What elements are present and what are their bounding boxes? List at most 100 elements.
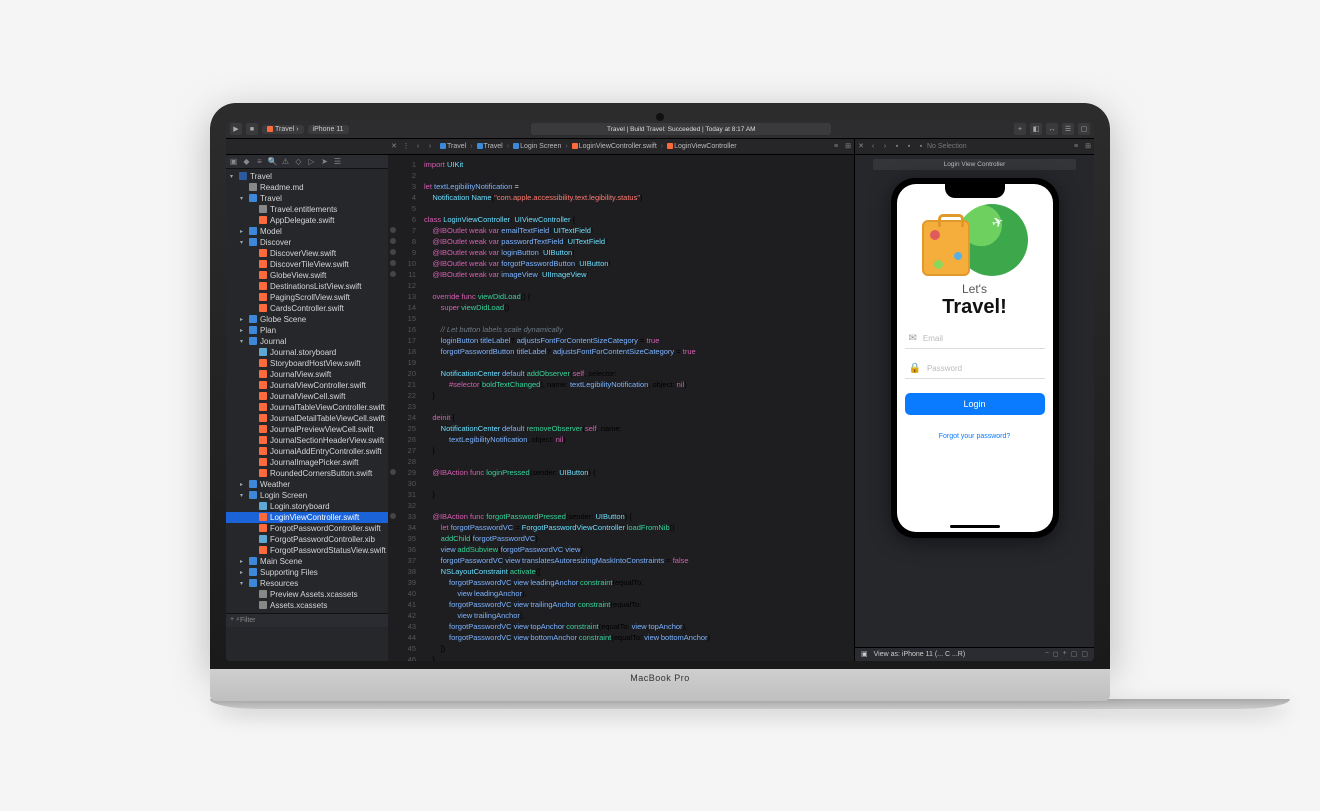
file-tree-row[interactable]: Login.storyboard bbox=[226, 501, 388, 512]
file-tree-row[interactable]: DiscoverTileView.swift bbox=[226, 259, 388, 270]
file-tree-row[interactable]: ▸Model bbox=[226, 226, 388, 237]
canvas-forward-icon[interactable]: › bbox=[879, 140, 891, 152]
symbol-nav-icon[interactable]: ≡ bbox=[254, 156, 265, 167]
lets-label: Let's bbox=[942, 282, 1006, 296]
source-editor[interactable]: 1234567891011121314151617181920212223242… bbox=[388, 155, 1094, 661]
file-tree-row[interactable]: JournalViewController.swift bbox=[226, 380, 388, 391]
canvas-back-icon[interactable]: ‹ bbox=[867, 140, 879, 152]
breadcrumb-item[interactable]: Login Screen bbox=[513, 143, 561, 150]
file-tree-row[interactable]: JournalDetailTableViewCell.swift bbox=[226, 413, 388, 424]
editor-options-button[interactable]: ☰ bbox=[1062, 123, 1074, 135]
file-tree-row[interactable]: CardsController.swift bbox=[226, 303, 388, 314]
scheme-selector[interactable]: Travel › bbox=[262, 125, 304, 134]
file-tree-row[interactable]: ▾Journal bbox=[226, 336, 388, 347]
breadcrumb-item[interactable]: LoginViewController.swift bbox=[572, 143, 657, 150]
zoom-out-button[interactable]: − bbox=[1045, 650, 1049, 658]
editor-tab-bar: ✕ ⋮ ‹ › Travel›Travel›Login Screen›Login… bbox=[226, 139, 1094, 155]
file-tree-row[interactable]: ▸Plan bbox=[226, 325, 388, 336]
related-items-icon[interactable]: ⋮ bbox=[400, 140, 412, 152]
file-tree-row[interactable]: ▾Resources bbox=[226, 578, 388, 589]
file-tree-row[interactable]: Travel.entitlements bbox=[226, 204, 388, 215]
file-tree-row[interactable]: ▾Travel bbox=[226, 171, 388, 182]
file-tree-row[interactable]: JournalView.swift bbox=[226, 369, 388, 380]
file-tree-row[interactable]: JournalSectionHeaderView.swift bbox=[226, 435, 388, 446]
plane-icon: ✈ bbox=[989, 212, 1006, 232]
canvas-options-icon[interactable]: ≡ bbox=[1070, 140, 1082, 152]
stop-button[interactable]: ■ bbox=[246, 123, 258, 135]
file-tree-row[interactable]: JournalPreviewViewCell.swift bbox=[226, 424, 388, 435]
zoom-actual-button[interactable]: ◻ bbox=[1053, 650, 1059, 658]
macbook-mockup: ▶ ■ Travel › iPhone 11 Travel | Build Tr… bbox=[210, 103, 1110, 709]
file-tree-row[interactable]: ▸Globe Scene bbox=[226, 314, 388, 325]
close-tab-icon[interactable]: ✕ bbox=[388, 140, 400, 152]
lock-icon: 🔒 bbox=[909, 363, 921, 374]
canvas-footer: ▣ View as: iPhone 11 (... C ...R) − ◻ + … bbox=[855, 647, 1094, 661]
file-tree-row[interactable]: AppDelegate.swift bbox=[226, 215, 388, 226]
folder-icon: ▪ bbox=[891, 140, 903, 152]
review-button[interactable]: ↔ bbox=[1046, 123, 1058, 135]
activity-status: Travel | Build Travel: Succeeded | Today… bbox=[531, 123, 831, 135]
breadcrumb[interactable]: Travel›Travel›Login Screen›LoginViewCont… bbox=[436, 143, 741, 150]
file-tree-row[interactable]: PagingScrollView.swift bbox=[226, 292, 388, 303]
file-tree-row[interactable]: ▸Weather bbox=[226, 479, 388, 490]
password-field[interactable]: 🔒Password bbox=[905, 359, 1045, 379]
file-tree-row[interactable]: JournalImagePicker.swift bbox=[226, 457, 388, 468]
breakpoint-nav-icon[interactable]: ➤ bbox=[319, 156, 330, 167]
canvas-add-icon[interactable]: ⊞ bbox=[1082, 140, 1094, 152]
file-tree-row[interactable]: JournalViewCell.swift bbox=[226, 391, 388, 402]
file-tree-row[interactable]: JournalAddEntryController.swift bbox=[226, 446, 388, 457]
zoom-in-button[interactable]: + bbox=[1063, 650, 1067, 658]
add-button[interactable]: + bbox=[1014, 123, 1026, 135]
navigator-filter[interactable]: + ⌕ Filter bbox=[226, 613, 388, 627]
file-tree-row[interactable]: ForgotPasswordStatusView.swift bbox=[226, 545, 388, 556]
find-nav-icon[interactable]: 🔍 bbox=[267, 156, 278, 167]
file-tree-row[interactable]: ▾Travel bbox=[226, 193, 388, 204]
back-icon[interactable]: ‹ bbox=[412, 140, 424, 152]
file-tree-row[interactable]: GlobeView.swift bbox=[226, 270, 388, 281]
file-tree-row[interactable]: JournalTableViewController.swift bbox=[226, 402, 388, 413]
file-tree-row[interactable]: Journal.storyboard bbox=[226, 347, 388, 358]
report-nav-icon[interactable]: ☰ bbox=[332, 156, 343, 167]
home-indicator bbox=[950, 525, 1000, 528]
issue-nav-icon[interactable]: ⚠ bbox=[280, 156, 291, 167]
file-tree-row[interactable]: LoginViewController.swift bbox=[226, 512, 388, 523]
file-tree-row[interactable]: ForgotPasswordController.swift bbox=[226, 523, 388, 534]
file-tree-row[interactable]: ▸Supporting Files bbox=[226, 567, 388, 578]
add-editor-icon[interactable]: ⊞ bbox=[842, 140, 854, 152]
source-control-nav-icon[interactable]: ◆ bbox=[241, 156, 252, 167]
library-button[interactable]: ◧ bbox=[1030, 123, 1042, 135]
inspectors-button[interactable]: ▢ bbox=[1078, 123, 1090, 135]
device-config-button[interactable]: ▣ bbox=[861, 650, 868, 658]
file-tree-row[interactable]: Preview Assets.xcassets bbox=[226, 589, 388, 600]
camera-notch bbox=[656, 113, 664, 121]
laptop-base: MacBook Pro bbox=[210, 669, 1110, 701]
test-nav-icon[interactable]: ◇ bbox=[293, 156, 304, 167]
file-tree-row[interactable]: Assets.xcassets bbox=[226, 600, 388, 611]
embed-button[interactable]: ▢ bbox=[1071, 650, 1078, 658]
forgot-password-link[interactable]: Forgot your password? bbox=[939, 433, 1011, 440]
file-tree-row[interactable]: DestinationsListView.swift bbox=[226, 281, 388, 292]
breadcrumb-item[interactable]: LoginViewController bbox=[667, 143, 737, 150]
file-tree-row[interactable]: DiscoverView.swift bbox=[226, 248, 388, 259]
view-as-label[interactable]: View as: iPhone 11 (... C ...R) bbox=[874, 651, 966, 658]
destination-selector[interactable]: iPhone 11 bbox=[308, 125, 349, 134]
breadcrumb-item[interactable]: Travel bbox=[440, 143, 466, 150]
file-tree-row[interactable]: StoryboardHostView.swift bbox=[226, 358, 388, 369]
xcode-window: ▶ ■ Travel › iPhone 11 Travel | Build Tr… bbox=[226, 121, 1094, 661]
file-tree-row[interactable]: RoundedCornersButton.swift bbox=[226, 468, 388, 479]
forward-icon[interactable]: › bbox=[424, 140, 436, 152]
align-button[interactable]: ▢ bbox=[1081, 650, 1088, 658]
breadcrumb-item[interactable]: Travel bbox=[477, 143, 503, 150]
file-tree-row[interactable]: ▸Main Scene bbox=[226, 556, 388, 567]
canvas-close-icon[interactable]: ✕ bbox=[855, 140, 867, 152]
adjust-editor-icon[interactable]: ≡ bbox=[830, 140, 842, 152]
debug-nav-icon[interactable]: ▷ bbox=[306, 156, 317, 167]
file-tree-row[interactable]: Readme.md bbox=[226, 182, 388, 193]
email-field[interactable]: ✉Email bbox=[905, 329, 1045, 349]
file-tree-row[interactable]: ForgotPasswordController.xib bbox=[226, 534, 388, 545]
project-nav-icon[interactable]: ▣ bbox=[228, 156, 239, 167]
login-button[interactable]: Login bbox=[905, 393, 1045, 415]
file-tree-row[interactable]: ▾Login Screen bbox=[226, 490, 388, 501]
file-tree-row[interactable]: ▾Discover bbox=[226, 237, 388, 248]
run-button[interactable]: ▶ bbox=[230, 123, 242, 135]
